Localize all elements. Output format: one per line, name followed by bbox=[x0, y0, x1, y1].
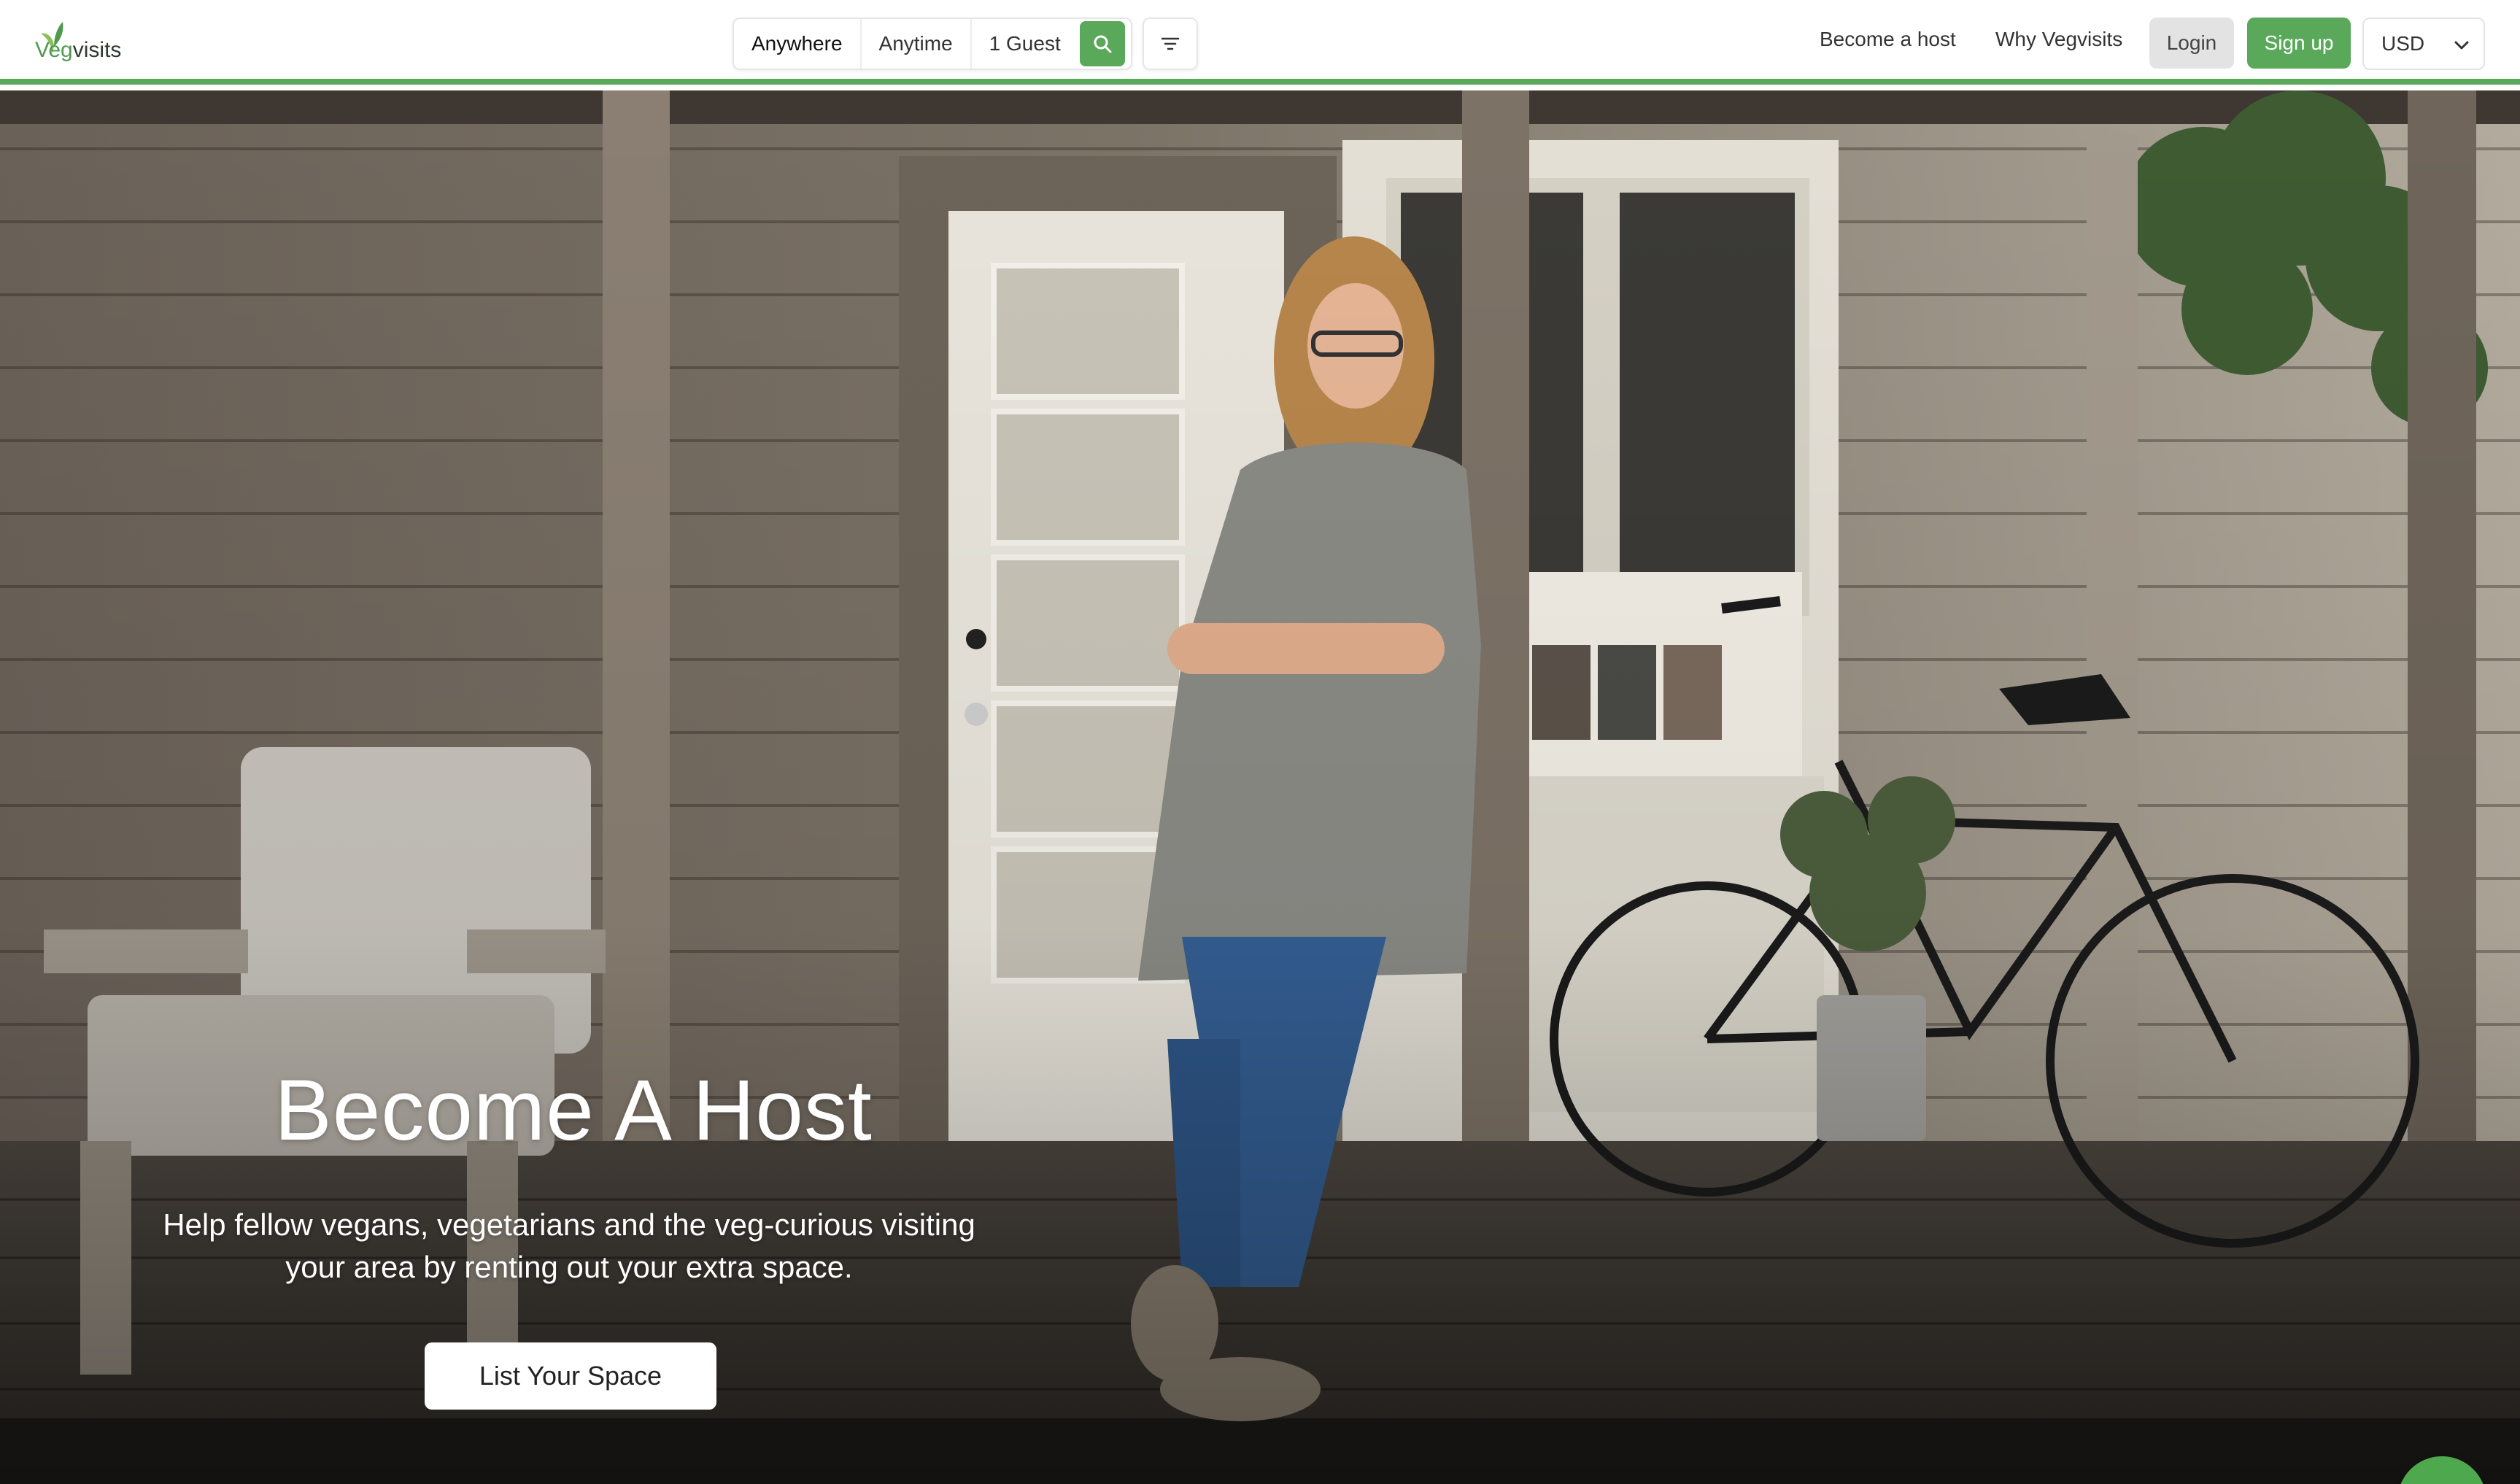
location-selector[interactable]: Anywhere bbox=[734, 19, 862, 69]
chat-icon bbox=[2420, 1479, 2464, 1484]
filter-button[interactable] bbox=[1143, 18, 1198, 70]
become-a-host-link[interactable]: Become a host bbox=[1820, 28, 1956, 51]
filter-icon bbox=[1161, 37, 1180, 50]
login-button[interactable]: Login bbox=[2149, 18, 2234, 69]
currency-value: USD bbox=[2381, 32, 2425, 55]
guest-selector[interactable]: 1 Guest bbox=[972, 19, 1077, 69]
list-your-space-button[interactable]: List Your Space bbox=[425, 1342, 716, 1410]
search-button[interactable] bbox=[1079, 21, 1125, 66]
hero-section: Become A Host Help fellow vegans, vegeta… bbox=[0, 90, 2520, 1484]
hero-title: Become A Host bbox=[274, 1062, 873, 1159]
hero-subtitle: Help fellow vegans, vegetarians and the … bbox=[163, 1207, 975, 1284]
top-navbar: Vegvisits Anywhere Anytime 1 Guest Becom… bbox=[0, 0, 2520, 85]
chevron-down-icon bbox=[2454, 41, 2469, 50]
search-bar: Anywhere Anytime 1 Guest bbox=[733, 18, 1132, 70]
why-vegvisits-link[interactable]: Why Vegvisits bbox=[1995, 28, 2122, 51]
signup-button[interactable]: Sign up bbox=[2247, 18, 2351, 69]
currency-select[interactable]: USD bbox=[2362, 18, 2485, 70]
vegvisits-logo[interactable]: Vegvisits bbox=[35, 20, 137, 67]
search-icon bbox=[1094, 35, 1112, 53]
date-selector[interactable]: Anytime bbox=[862, 19, 972, 69]
logo-text: Vegvisits bbox=[35, 38, 122, 62]
